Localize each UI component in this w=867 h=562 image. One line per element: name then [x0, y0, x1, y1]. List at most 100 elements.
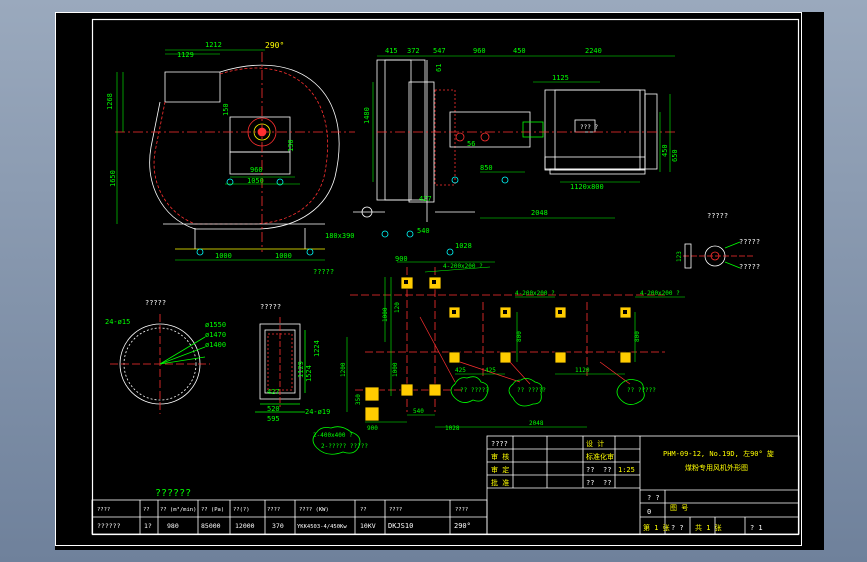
spec-v5: 12000 — [235, 522, 255, 530]
bubble-1: ?? ????? — [460, 387, 489, 394]
dim-hole-1: 4-200x200 ? — [443, 263, 483, 270]
dim-960: 960 — [250, 166, 263, 174]
tb-r3c5: ?? — [586, 466, 594, 474]
spec-v6: 370 — [272, 522, 284, 530]
dim-350: 350 — [355, 394, 362, 405]
tb-scale: 1:25 — [618, 466, 635, 474]
dim-hole-2: 4-200x200 ? — [515, 290, 555, 297]
dim-1650: 1650 — [109, 170, 117, 187]
dim-450: 450 — [513, 47, 526, 55]
dim-123: 123 — [676, 251, 683, 262]
bubble-3: ?? ????? — [627, 387, 656, 394]
dim-d1550: ø1550 — [205, 321, 226, 329]
dim-hole-4: 2-400x400 ? — [313, 432, 353, 439]
detail-title: ????? — [707, 212, 728, 220]
dim-56: 56 — [467, 140, 475, 148]
motor-label: ??? ? — [580, 124, 598, 131]
dim-1524: 1524 — [305, 365, 313, 382]
dim-hole-3: 4-200x200 ? — [640, 290, 680, 297]
dim-2240: 2240 — [585, 47, 602, 55]
tb-r1c5: 设 计 — [586, 439, 604, 448]
dim-1050: 1050 — [247, 177, 264, 185]
tb-r2c1: 审 核 — [491, 452, 509, 461]
dim-520: 520 — [267, 405, 280, 413]
dim-61: 61 — [435, 64, 443, 72]
spec-v2: 1? — [144, 522, 152, 530]
dim-f1000-2: 1000 — [392, 362, 399, 377]
dim-1224: 1224 — [313, 340, 321, 357]
dim-450-motor: 450 — [661, 144, 669, 157]
dim-f425-2: 425 — [485, 367, 496, 374]
spec-h6: ???? — [267, 507, 280, 513]
dim-1268: 1268 — [106, 93, 114, 110]
dim-427: 427 — [419, 195, 432, 203]
spec-h2: ?? — [143, 507, 150, 513]
circle-flange-view — [110, 314, 210, 414]
dim-180x390: 180x390 — [325, 232, 355, 240]
tb-q: ? ? — [647, 494, 660, 502]
spec-title: ?????? — [155, 488, 191, 499]
circle-title: ????? — [145, 299, 166, 307]
dim-960: 960 — [473, 47, 486, 55]
detail-label-1: ????? — [739, 238, 760, 246]
spec-h8: ?? — [360, 507, 367, 513]
cad-viewport[interactable]: 1212 1129 1268 1650 1000 1000 960 1050 1… — [0, 0, 867, 562]
dim-650: 650 — [671, 149, 679, 162]
dim-f1120: 1120 — [575, 367, 590, 374]
dim-1480: 1480 — [363, 107, 371, 124]
label-bottom: ????? — [313, 268, 334, 276]
tb-total: ? 1 — [750, 524, 763, 532]
tb-total-label: 共 1 张 — [695, 523, 722, 532]
dim-1000-left: 1000 — [215, 252, 232, 260]
tb-r2c5: 标准化审 — [586, 452, 614, 461]
dim-f1000-1: 1000 — [382, 307, 389, 322]
dim-2048: 2048 — [531, 209, 548, 217]
tb-r3c1: 审 定 — [491, 465, 509, 474]
spec-v1: ?????? — [97, 522, 121, 530]
spec-v10: 290° — [454, 522, 471, 530]
dim-415: 415 — [385, 47, 398, 55]
spec-v7: YKK4503-4/450Kw — [297, 524, 347, 530]
dim-595: 595 — [267, 415, 280, 423]
tb-drawing-no: 图 号 — [670, 504, 688, 512]
dim-f900: 900 — [367, 425, 378, 432]
tb-r4c5: ?? — [586, 479, 594, 487]
dim-1125: 1125 — [552, 74, 569, 82]
dim-f800-2: 800 — [634, 331, 641, 342]
front-view — [353, 59, 675, 256]
dim-547: 547 — [433, 47, 446, 55]
dim-f540: 540 — [413, 408, 424, 415]
dim-f800-1: 800 — [516, 331, 523, 342]
spec-h5: ??(?) — [233, 507, 250, 513]
spec-h1: ???? — [97, 507, 110, 513]
tb-r3c6: ?? — [603, 466, 611, 474]
spec-h3: ?? (m³/min) — [160, 506, 196, 513]
spec-v8: 10KV — [360, 522, 376, 530]
dim-1000-right: 1000 — [275, 252, 292, 260]
dim-f425-1: 425 — [455, 367, 466, 374]
dim-540: 540 — [417, 227, 430, 235]
rect-holes: 24-ø19 — [305, 408, 330, 416]
tb-weight: ? ? — [671, 524, 684, 532]
angle-label: 290° — [265, 41, 284, 50]
drawing-canvas[interactable]: 1212 1129 1268 1650 1000 1000 960 1050 1… — [55, 12, 824, 550]
tb-project-2: 煤粉专用风机外形图 — [685, 463, 748, 472]
dim-f2048: 2048 — [529, 420, 544, 427]
tb-r4c6: ?? — [603, 479, 611, 487]
tb-r4c1: 批 准 — [491, 478, 509, 487]
spec-h10: ???? — [455, 507, 468, 513]
bubble-bottom: 2-????? ????? — [321, 443, 368, 450]
spec-v3: 980 — [167, 522, 179, 530]
detail-label-2: ????? — [739, 263, 760, 271]
dim-1212: 1212 — [205, 41, 222, 49]
dim-150: 150 — [222, 103, 230, 116]
dim-1129-r: 1129 — [297, 361, 305, 378]
tb-project-1: PHM-09-12, No.19D, 左90° 旋 — [663, 449, 774, 458]
side-view — [115, 52, 355, 256]
dim-427-r: 427 — [267, 388, 280, 396]
cad-drawing: 1212 1129 1268 1650 1000 1000 960 1050 1… — [55, 12, 802, 546]
spec-v9: DKJS10 — [388, 522, 413, 530]
dim-1129: 1129 — [177, 51, 194, 59]
spec-h9: ???? — [389, 507, 402, 513]
tb-sheet: 第 1 张 — [643, 523, 670, 532]
